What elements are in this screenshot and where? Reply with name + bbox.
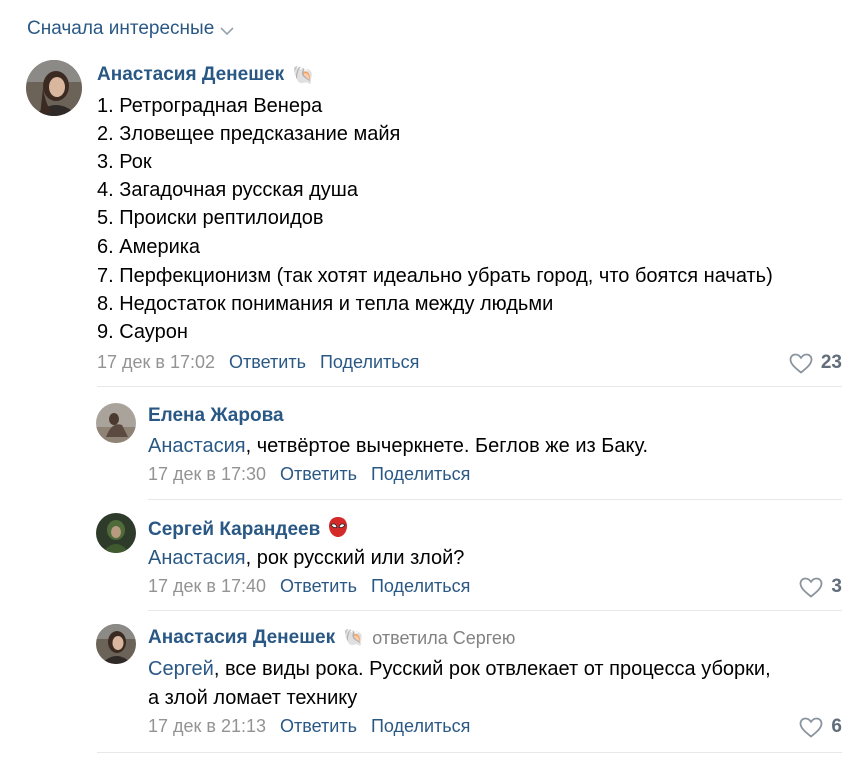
share-button[interactable]: Поделиться [371,716,470,737]
avatar[interactable] [96,513,136,553]
reply-button[interactable]: Ответить [280,464,357,485]
mention-link[interactable]: Анастасия [148,435,246,457]
reply-author[interactable]: Анастасия Денешек 🐚 ответила Сергею [148,627,515,649]
text-line: 4. Загадочная русская душа [97,179,358,201]
reply-text: Сергей, все виды рока. Русский рок отвле… [148,658,771,680]
reply-meta: 17 дек в 17:40 Ответить Поделиться [148,576,470,597]
share-button[interactable]: Поделиться [371,464,470,485]
heart-icon [800,717,823,738]
text-line: 6. Америка [97,236,201,258]
reply-author[interactable]: Сергей Карандеев [148,516,348,544]
shell-emoji-icon: 🐚 [343,628,365,647]
mention-link[interactable]: Сергей [148,658,214,680]
divider [148,610,842,611]
heart-icon [789,353,813,374]
chevron-down-icon [220,26,234,35]
text-line: 3. Рок [97,151,152,173]
text-line: 5. Происки рептилоидов [97,207,324,229]
avatar[interactable] [96,624,136,664]
reply-to-note[interactable]: ответила Сергею [372,628,515,649]
like-count: 3 [831,576,842,597]
avatar[interactable] [26,60,82,116]
spiderman-mask-icon [328,516,348,544]
text-line: 9. Саурон [97,321,188,343]
avatar[interactable] [96,403,136,443]
author-name: Сергей Карандеев [148,519,321,540]
like-button[interactable]: 6 [799,716,842,738]
like-button[interactable]: 3 [799,576,842,598]
share-button[interactable]: Поделиться [320,352,419,373]
comment-date[interactable]: 17 дек в 21:13 [148,716,266,737]
divider [97,386,842,387]
text-line: 1. Ретроградная Венера [97,95,323,117]
text-line: 2. Зловещее предсказание майя [97,123,401,145]
like-count: 23 [820,352,842,373]
share-button[interactable]: Поделиться [371,576,470,597]
divider [97,752,842,753]
reply-text: Анастасия, четвёртое вычеркнете. Беглов … [148,435,649,457]
author-name: Анастасия Денешек [97,64,285,85]
reply-button[interactable]: Ответить [280,576,357,597]
sort-label: Сначала интересные [27,18,215,39]
like-button[interactable]: 23 [789,352,842,374]
reply-author[interactable]: Елена Жарова [148,405,284,427]
heart-icon [800,577,823,598]
reply-button[interactable]: Ответить [280,716,357,737]
text-line: 7. Перфекционизм (так хотят идеально убр… [97,265,773,287]
comment-date[interactable]: 17 дек в 17:30 [148,464,266,485]
comment-date[interactable]: 17 дек в 17:40 [148,576,266,597]
sort-dropdown[interactable]: Сначала интересные [27,18,234,40]
text-line: 8. Недостаток понимания и тепла между лю… [97,293,554,315]
author-name: Анастасия Денешек [148,627,336,648]
author-name: Елена Жарова [148,405,284,426]
like-count: 6 [831,716,842,737]
reply-text: Анастасия, рок русский или злой? [148,547,465,569]
divider [148,499,842,500]
mention-link[interactable]: Анастасия [148,547,246,569]
comment-author[interactable]: Анастасия Денешек 🐚 [97,64,315,86]
comment-meta: 17 дек в 17:02 Ответить Поделиться [97,352,419,373]
comment-date[interactable]: 17 дек в 17:02 [97,352,215,373]
reply-button[interactable]: Ответить [229,352,306,373]
reply-meta: 17 дек в 17:30 Ответить Поделиться [148,464,470,485]
shell-emoji-icon: 🐚 [292,64,315,85]
reply-text-line-2: а злой ломает технику [148,687,358,709]
reply-meta: 17 дек в 21:13 Ответить Поделиться [148,716,470,737]
